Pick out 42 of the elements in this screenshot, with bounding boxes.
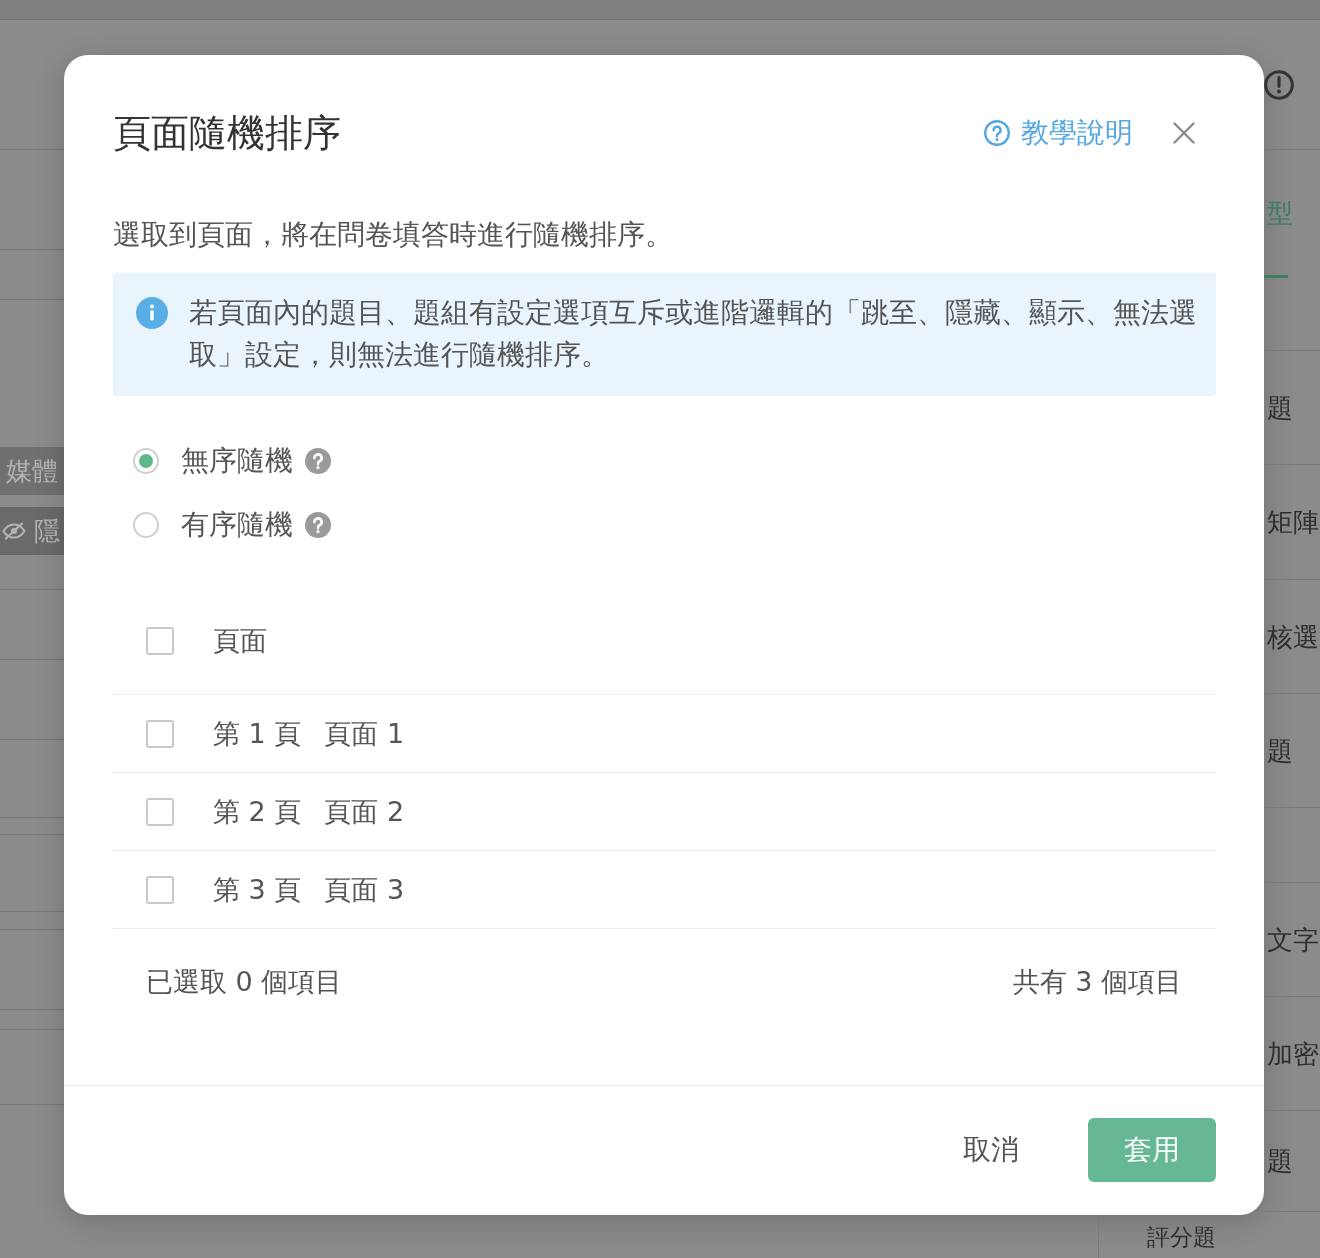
checkbox[interactable] [146,719,174,748]
checkbox[interactable] [146,875,174,904]
sidebar-item[interactable]: 評分題 [1147,1222,1216,1251]
info-icon [136,297,168,329]
description: 選取到頁面，將在問卷填答時進行隨機排序。 [113,217,674,253]
help-icon[interactable] [305,512,331,538]
apply-button[interactable]: 套用 [1088,1117,1216,1182]
sidebar-item[interactable]: 核選 [1264,621,1319,652]
page-number: 第 1 頁 [213,716,302,751]
close-button[interactable] [1173,122,1195,144]
page-name: 頁面 1 [324,716,405,751]
page-name: 頁面 2 [324,794,405,829]
sidebar-item[interactable]: 題 [1264,1146,1293,1176]
checkbox[interactable] [146,797,174,826]
tag-label: 隱 [34,516,60,546]
close-icon [1173,122,1195,144]
sidebar-item[interactable]: 題 [1264,392,1293,423]
page-name: 頁面 3 [324,872,405,907]
alert-icon[interactable] [1264,69,1294,100]
radio-label[interactable]: 有序隨機 [181,507,293,543]
help-link-label[interactable]: 教學說明 [1021,115,1133,151]
page-number: 第 3 頁 [213,872,302,907]
help-icon [984,120,1010,146]
sidebar-item[interactable]: 題 [1264,735,1293,766]
radio-button[interactable] [133,512,159,538]
checkbox[interactable] [146,626,174,655]
sidebar-item[interactable]: 加密 [1264,1038,1319,1069]
eye-off-icon [2,522,26,540]
notice-text: 若頁面內的題目、題組有設定選項互斥或進階邏輯的「跳至、隱藏、顯示、無法選取」設定，則無法進行隨機排序。 [189,295,1198,373]
cancel-button[interactable]: 取消 [939,1117,1043,1182]
radio-label[interactable]: 無序隨機 [181,443,293,479]
help-link[interactable]: 教學說明 [984,115,1133,151]
page-number: 第 2 頁 [213,794,302,829]
sidebar-item[interactable]: 矩陣 [1264,507,1319,537]
help-icon[interactable] [305,448,331,474]
selected-count: 已選取 0 個項目 [146,965,343,999]
tag-label: 媒體 [6,456,58,486]
dialog-title: 頁面隨機排序 [113,110,342,157]
sidebar-item[interactable]: 文字 [1264,924,1319,955]
radio-button[interactable] [133,448,159,474]
column-header: 頁面 [213,623,267,658]
total-count: 共有 3 個項目 [1012,965,1182,999]
